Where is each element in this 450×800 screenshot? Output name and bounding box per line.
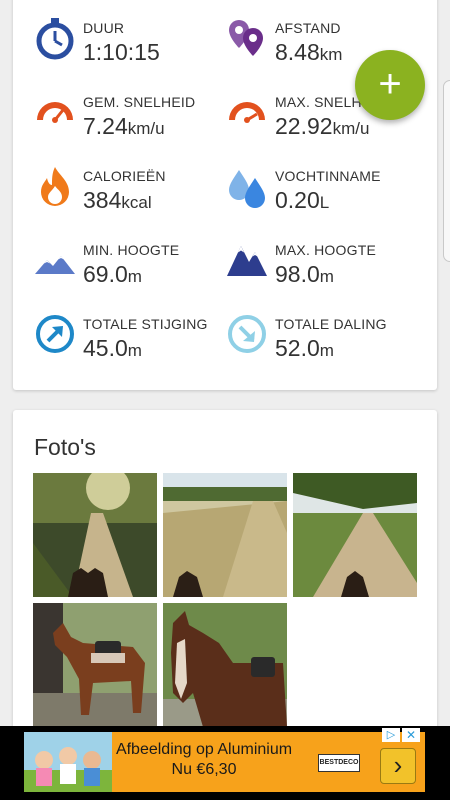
stat-label: DUUR	[83, 20, 125, 36]
ad-text: Afbeelding op Aluminium Nu €6,30	[115, 741, 293, 778]
stat-value: 22.92km/u	[275, 113, 370, 139]
stat-value: 8.48km	[275, 39, 343, 65]
horse-portrait-photo[interactable]	[163, 603, 287, 727]
speedometer-icon	[37, 102, 73, 123]
stat-value: 98.0m	[275, 261, 334, 287]
forest-path-photo[interactable]	[33, 473, 157, 597]
ad-choices-icon[interactable]: ▷	[382, 728, 400, 742]
arrow-down-circle-icon	[228, 315, 266, 353]
stat-value: 45.0m	[83, 335, 142, 361]
stat-min-altitude: MIN. HOOGTE 69.0m	[13, 230, 218, 290]
stat-label: AFSTAND	[275, 20, 341, 36]
mountains-light-icon	[35, 256, 75, 274]
location-pins-icon	[229, 20, 263, 56]
stat-value: 52.0m	[275, 335, 334, 361]
flame-icon	[41, 167, 69, 206]
sandy-trail-photo[interactable]	[163, 473, 287, 597]
horse-saddled-photo[interactable]	[33, 603, 157, 727]
stat-total-descent: TOTALE DALING 52.0m	[205, 304, 410, 364]
photos-title: Foto's	[34, 434, 96, 460]
edge-panel-handle[interactable]	[443, 80, 450, 262]
photos-card: Foto's	[13, 410, 437, 740]
stat-value: 69.0m	[83, 261, 142, 287]
mountains-dark-icon	[227, 246, 267, 276]
add-button[interactable]: +	[355, 50, 425, 120]
stat-label: MAX. HOOGTE	[275, 242, 376, 258]
ad-arrow-button[interactable]: ›	[380, 748, 416, 784]
ad-close-icon[interactable]: ✕	[402, 728, 420, 742]
stopwatch-icon	[36, 18, 74, 60]
stat-label: GEM. SNELHEID	[83, 94, 196, 110]
ad-banner[interactable]: Afbeelding op Aluminium Nu €6,30 BESTDEC…	[0, 726, 450, 800]
stat-label: VOCHTINNAME	[275, 168, 381, 184]
ad-image	[24, 732, 112, 792]
stat-label: TOTALE DALING	[275, 316, 387, 332]
stat-duration: DUUR 1:10:15	[13, 8, 218, 68]
stat-label: MIN. HOOGTE	[83, 242, 180, 258]
stat-calories: CALORIEËN 384kcal	[13, 156, 218, 216]
ad-brand-logo: BESTDECO	[318, 754, 360, 772]
stat-label: CALORIEËN	[83, 168, 166, 184]
arrow-up-circle-icon	[36, 315, 74, 353]
stat-avg-speed: GEM. SNELHEID 7.24km/u	[13, 82, 218, 142]
stat-label: TOTALE STIJGING	[83, 316, 208, 332]
stat-value: 7.24km/u	[83, 113, 165, 139]
stat-value: 0.20L	[275, 187, 330, 213]
stat-max-altitude: MAX. HOOGTE 98.0m	[205, 230, 410, 290]
stat-value: 1:10:15	[83, 39, 160, 65]
stat-hydration: VOCHTINNAME 0.20L	[205, 156, 410, 216]
stat-value: 384kcal	[83, 187, 152, 213]
water-drops-icon	[229, 170, 265, 208]
stat-total-ascent: TOTALE STIJGING 45.0m	[13, 304, 218, 364]
speedometer-icon	[229, 102, 265, 123]
tree-lined-road-photo[interactable]	[293, 473, 417, 597]
ad-content[interactable]: Afbeelding op Aluminium Nu €6,30 BESTDEC…	[24, 732, 425, 792]
